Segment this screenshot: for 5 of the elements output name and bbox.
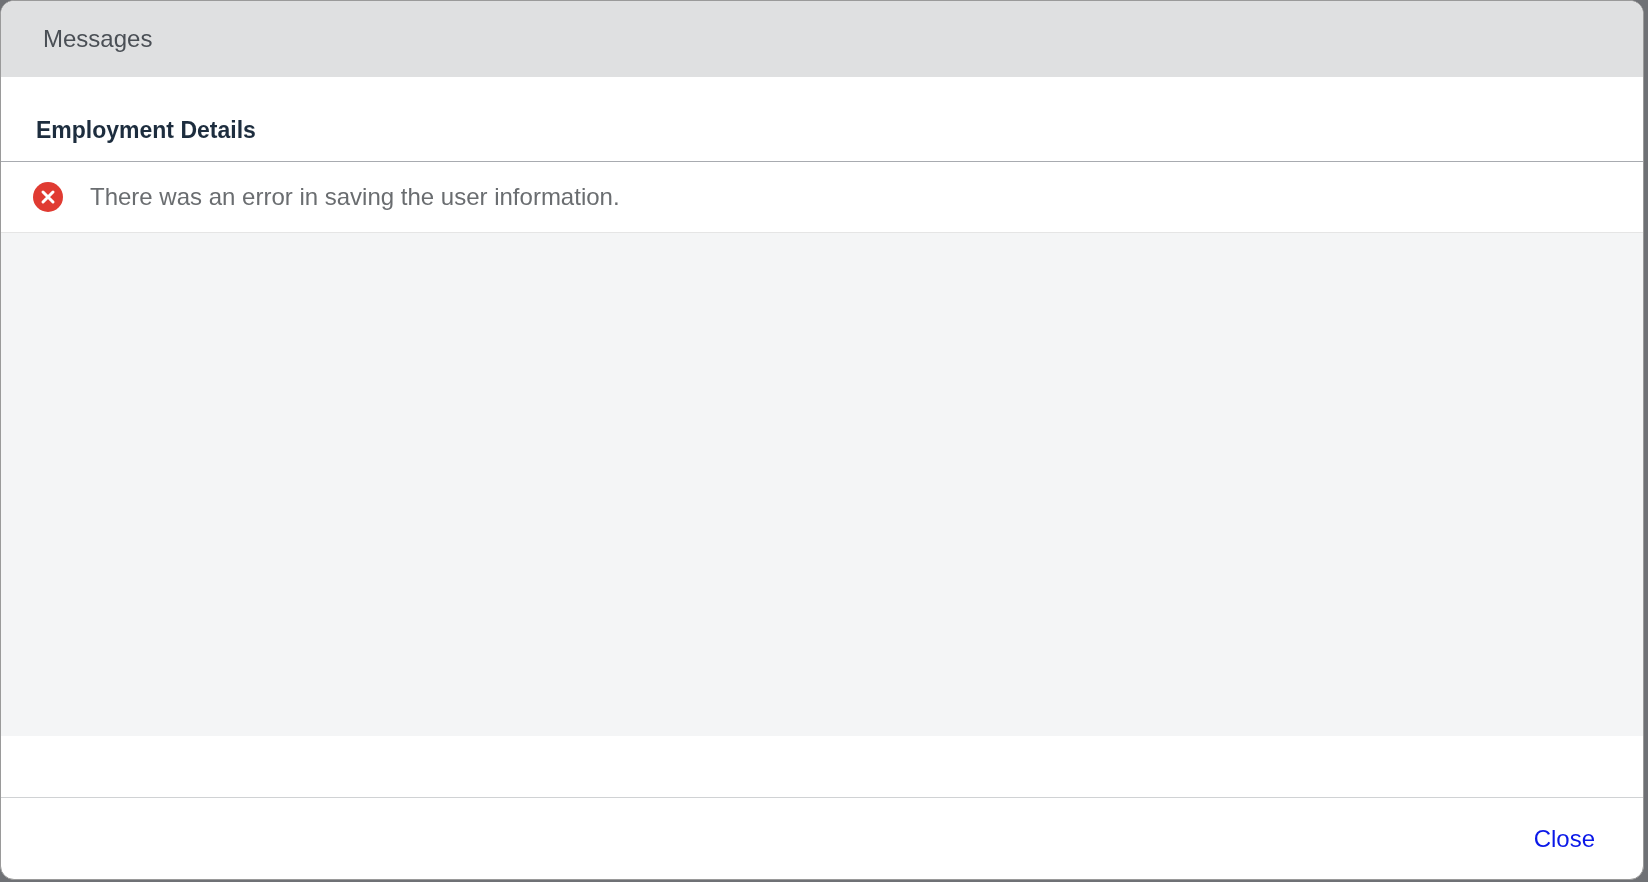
message-text: There was an error in saving the user information.	[90, 182, 620, 212]
close-button[interactable]: Close	[1525, 816, 1603, 861]
dialog-title: Messages	[43, 24, 153, 54]
error-icon	[32, 181, 64, 213]
group-title: Employment Details	[36, 115, 256, 145]
